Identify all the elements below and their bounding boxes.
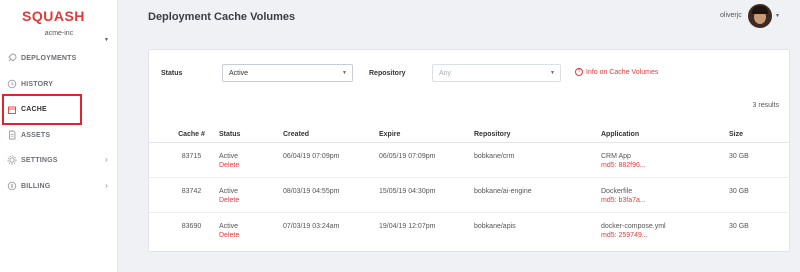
status-filter-label: Status [161, 70, 183, 77]
application-name: docker-compose.yml [601, 223, 666, 230]
results-count: 3 results [752, 102, 779, 109]
sidebar-item-assets[interactable]: ASSETS [4, 124, 112, 146]
sidebar-item-label: ASSETS [21, 131, 51, 139]
repository-filter-label: Repository [369, 70, 406, 77]
delete-link[interactable]: Delete [219, 162, 239, 169]
created-date: 06/04/19 07:09pm [283, 153, 340, 160]
delete-link[interactable]: Delete [219, 197, 239, 204]
info-cache-volumes-link[interactable]: ? Info on Cache Volumes [575, 68, 658, 76]
status-cell: Active Delete [219, 153, 239, 169]
column-header[interactable]: Cache # [169, 131, 214, 138]
gear-icon [6, 154, 18, 166]
status-text: Active [219, 223, 239, 230]
chevron-down-icon[interactable]: ▼ [104, 37, 109, 43]
cache-icon [6, 104, 18, 116]
avatar[interactable] [748, 4, 772, 28]
application-cell: Dockerfile md5: b3fa7a... [601, 188, 646, 204]
history-icon [6, 78, 18, 90]
expire-date: 06/05/19 07:09pm [379, 153, 436, 160]
delete-link[interactable]: Delete [219, 232, 239, 239]
status-select-value: Active [229, 69, 249, 77]
repository-name: bobkane/ai-engine [474, 188, 532, 195]
chevron-down-icon: ▼ [342, 70, 347, 76]
page-title: Deployment Cache Volumes [148, 11, 296, 23]
table-header: Cache # Status Created Expire Repository… [149, 127, 789, 143]
status-cell: Active Delete [219, 223, 239, 239]
app-logo[interactable]: SQUASH [22, 8, 85, 24]
created-date: 08/03/19 04:55pm [283, 188, 340, 195]
column-header[interactable]: Created [283, 131, 309, 138]
sidebar-item-label: CACHE [21, 106, 47, 113]
cache-volumes-card: Status Active ▼ Repository Any ▼ ? Info … [148, 49, 790, 252]
sidebar-item-history[interactable]: HISTORY [4, 73, 112, 95]
chevron-right-icon: › [105, 181, 108, 190]
sidebar-item-settings[interactable]: SETTINGS › [4, 149, 112, 171]
size-value: 30 GB [729, 223, 749, 230]
status-text: Active [219, 153, 239, 160]
cache-number: 83742 [181, 188, 202, 195]
sidebar-item-label: HISTORY [21, 80, 54, 88]
chevron-right-icon: › [105, 155, 108, 164]
application-cell: docker-compose.yml md5: 259749... [601, 223, 666, 239]
status-select[interactable]: Active ▼ [222, 64, 353, 82]
application-cell: CRM App md5: 882f96... [601, 153, 646, 169]
table-row: 83690 Active Delete 07/03/19 03:24am 19/… [149, 213, 789, 248]
column-header[interactable]: Status [219, 131, 240, 138]
column-header[interactable]: Expire [379, 131, 400, 138]
user-name[interactable]: oliverjc [720, 12, 742, 19]
sidebar-item-label: BILLING [21, 182, 51, 190]
cache-number: 83715 [181, 153, 202, 160]
chevron-down-icon: ▼ [550, 70, 555, 76]
sidebar-item-billing[interactable]: BILLING › [4, 175, 112, 197]
chevron-down-icon[interactable]: ▼ [775, 13, 780, 19]
repository-name: bobkane/apis [474, 223, 516, 230]
repository-select[interactable]: Any ▼ [432, 64, 561, 82]
sidebar: SQUASH acme-inc ▼ DEPLOYMENTS HISTORY CA… [0, 0, 118, 272]
md5-link[interactable]: md5: 259749... [601, 232, 666, 239]
repository-select-placeholder: Any [439, 69, 452, 77]
sidebar-item-label: SETTINGS [21, 156, 58, 164]
document-icon [6, 129, 18, 141]
size-value: 30 GB [729, 153, 749, 160]
sidebar-item-deployments[interactable]: DEPLOYMENTS [4, 47, 112, 69]
md5-link[interactable]: md5: b3fa7a... [601, 197, 646, 204]
help-icon: ? [575, 68, 583, 76]
column-header[interactable]: Repository [474, 131, 511, 138]
org-selector[interactable]: acme-inc [0, 30, 118, 37]
status-cell: Active Delete [219, 188, 239, 204]
created-date: 07/03/19 03:24am [283, 223, 340, 230]
billing-icon [6, 180, 18, 192]
expire-date: 15/05/19 04:30pm [379, 188, 436, 195]
application-name: CRM App [601, 153, 631, 160]
table-row: 83742 Active Delete 08/03/19 04:55pm 15/… [149, 178, 789, 213]
expire-date: 19/04/19 12:07pm [379, 223, 436, 230]
column-header[interactable]: Size [729, 131, 743, 138]
application-name: Dockerfile [601, 188, 633, 195]
table-row: 83715 Active Delete 06/04/19 07:09pm 06/… [149, 143, 789, 178]
cache-table: Cache # Status Created Expire Repository… [149, 127, 789, 248]
column-header[interactable]: Application [601, 131, 639, 138]
md5-link[interactable]: md5: 882f96... [601, 162, 646, 169]
repository-name: bobkane/crm [474, 153, 515, 160]
rocket-icon [6, 52, 18, 64]
status-text: Active [219, 188, 239, 195]
size-value: 30 GB [729, 188, 749, 195]
sidebar-item-cache[interactable]: CACHE [2, 94, 82, 125]
sidebar-item-label: DEPLOYMENTS [21, 54, 77, 62]
cache-number: 83690 [181, 223, 202, 230]
